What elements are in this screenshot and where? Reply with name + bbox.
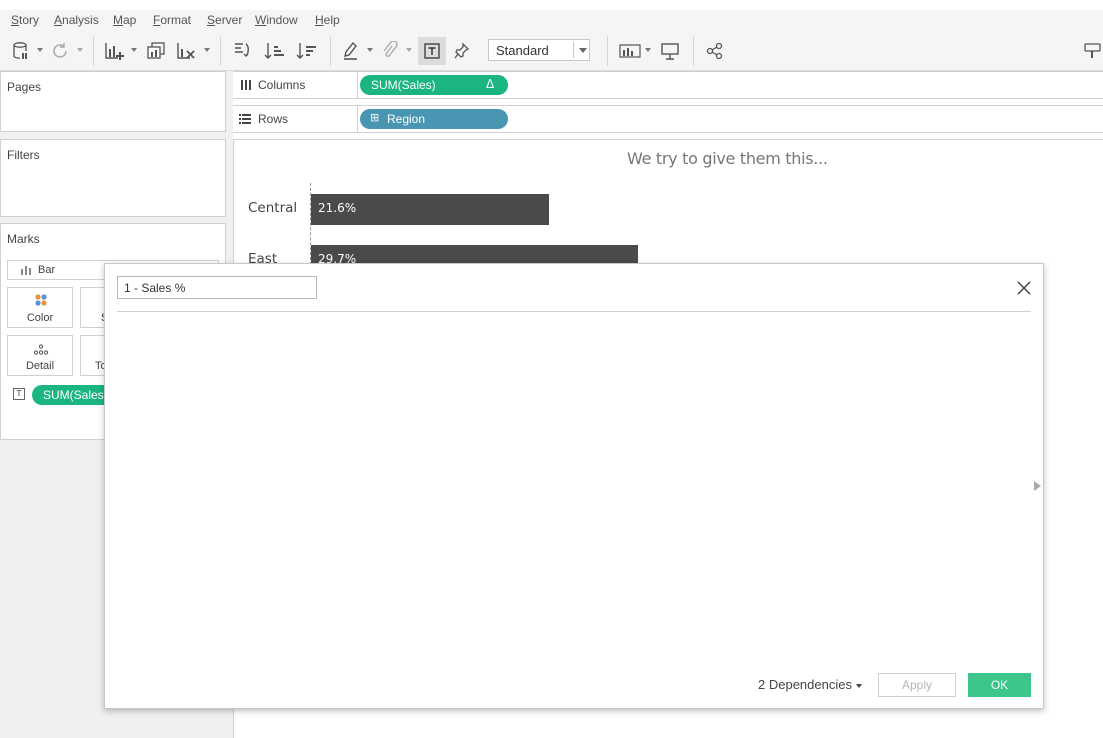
duplicate-sheet-icon[interactable] [144, 40, 168, 62]
chevron-down-icon[interactable] [77, 48, 83, 52]
delta-icon: Δ [486, 77, 495, 91]
toolbar-separator [607, 36, 608, 66]
bar-chart-icon [21, 266, 31, 275]
chevron-down-icon [855, 683, 862, 688]
category-label: Central [248, 200, 298, 216]
rows-label: Rows [258, 112, 289, 126]
chart-title: We try to give them this... [627, 149, 828, 168]
bar-value-label: 21.6% [318, 201, 357, 215]
toolbar-separator [693, 36, 694, 66]
detail-button[interactable]: Detail [7, 335, 73, 376]
marks-pill-label: SUM(Sales [43, 388, 104, 402]
ok-button[interactable]: OK [968, 673, 1031, 697]
formula-editor[interactable] [117, 316, 1031, 656]
new-data-source-icon[interactable] [10, 40, 32, 62]
refresh-icon[interactable] [49, 40, 71, 62]
filters-card[interactable]: Filters [0, 139, 226, 217]
close-icon[interactable] [1015, 279, 1033, 297]
show-mark-labels-icon[interactable] [418, 37, 446, 65]
columns-shelf-label: Columns [233, 72, 358, 98]
chevron-down-icon[interactable] [645, 48, 651, 52]
rows-shelf: Rows ⊞ Region [233, 105, 1103, 133]
rows-shelf-label: Rows [233, 106, 358, 132]
menu-window[interactable]: Window [255, 13, 298, 27]
highlight-icon[interactable] [340, 40, 362, 62]
color-label: Color [26, 312, 54, 324]
swap-rows-columns-icon[interactable] [230, 40, 254, 62]
chevron-down-icon[interactable] [204, 48, 210, 52]
menu-server[interactable]: Server [207, 13, 242, 27]
detail-icon [33, 344, 49, 355]
chevron-down-icon[interactable] [37, 48, 43, 52]
toolbar-separator [330, 36, 331, 66]
menu-story[interactable]: Story [11, 13, 39, 27]
filters-title: Filters [7, 148, 40, 162]
rows-pill-label: Region [387, 112, 426, 126]
apply-button[interactable]: Apply [878, 673, 956, 697]
toolbar-separator [220, 36, 221, 66]
menu-bar: Story Analysis Map Format Server Window … [0, 10, 1103, 30]
columns-label: Columns [258, 78, 306, 92]
expand-plus-icon: ⊞ [370, 111, 380, 124]
menu-help[interactable]: Help [315, 13, 340, 27]
calculation-editor-dialog: 2 Dependencies Apply OK [104, 263, 1044, 709]
rows-icon [239, 114, 251, 124]
chevron-down-icon [579, 48, 587, 53]
detail-label: Detail [25, 360, 55, 372]
dropdown-divider [573, 42, 574, 58]
columns-shelf: Columns SUM(Sales) Δ [233, 71, 1103, 99]
marks-title: Marks [7, 232, 40, 246]
color-icon [35, 294, 47, 306]
show-me-icon[interactable] [617, 40, 643, 62]
columns-pill-label: SUM(Sales) [371, 78, 436, 92]
pages-card[interactable]: Pages [0, 71, 226, 132]
expand-panel-icon[interactable] [1034, 481, 1041, 491]
dependencies-label: 2 Dependencies [758, 677, 852, 692]
calculation-name-input[interactable] [117, 276, 317, 299]
label-text-icon: T [13, 388, 25, 400]
share-icon[interactable] [704, 40, 726, 62]
columns-icon [241, 80, 251, 90]
chevron-down-icon[interactable] [406, 48, 412, 52]
menu-format[interactable]: Format [153, 13, 191, 27]
presentation-mode-icon[interactable] [659, 40, 681, 62]
toolbar-separator [93, 36, 94, 66]
new-worksheet-icon[interactable] [102, 40, 126, 62]
mark-type-value: Bar [38, 264, 56, 276]
clear-sheet-icon[interactable] [174, 40, 198, 62]
chevron-down-icon[interactable] [131, 48, 137, 52]
group-members-icon[interactable] [378, 40, 400, 62]
color-button[interactable]: Color [7, 287, 73, 328]
menu-analysis[interactable]: Analysis [54, 13, 99, 27]
title-strip [0, 0, 1103, 10]
format-painter-icon[interactable] [1081, 40, 1103, 62]
sort-ascending-icon[interactable] [262, 40, 286, 62]
menu-map[interactable]: Map [113, 13, 136, 27]
fit-dropdown[interactable]: Standard [488, 39, 590, 61]
sort-descending-icon[interactable] [294, 40, 318, 62]
chevron-down-icon[interactable] [367, 48, 373, 52]
dialog-divider [117, 311, 1031, 312]
rows-region-pill[interactable]: ⊞ Region [360, 109, 508, 129]
columns-sum-sales-pill[interactable]: SUM(Sales) Δ [360, 75, 508, 95]
dependencies-dropdown[interactable]: 2 Dependencies [758, 677, 862, 692]
pin-icon[interactable] [452, 40, 472, 62]
fit-dropdown-value: Standard [496, 43, 549, 58]
pages-title: Pages [7, 80, 42, 94]
